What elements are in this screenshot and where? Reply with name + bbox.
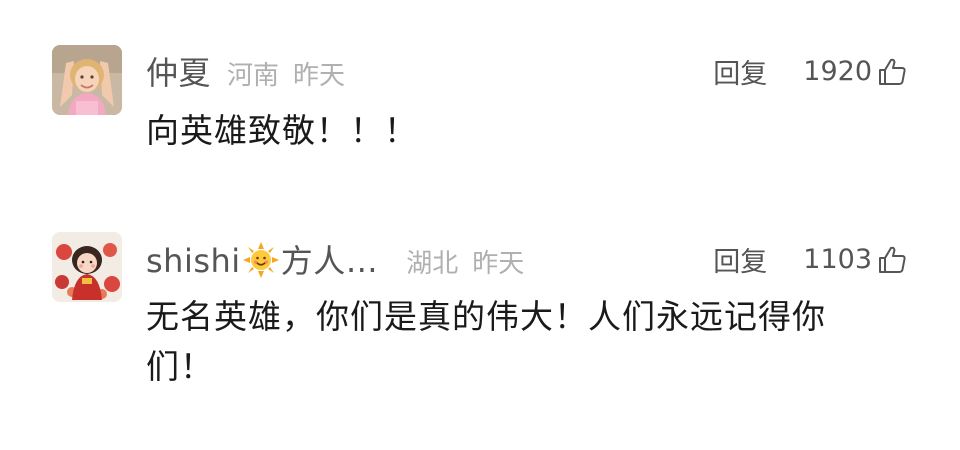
username-suffix: 方人…: [280, 242, 379, 280]
thumbs-up-outline-icon[interactable]: [876, 56, 908, 88]
sun-face-emoji-icon: [242, 242, 279, 278]
comment-meta: 仲夏 河南 昨天: [146, 48, 345, 94]
comment-meta: shishi 方人… 湖北 昨天: [146, 236, 524, 282]
illustrated-girl-avatar-icon[interactable]: [52, 232, 122, 302]
reply-button[interactable]: 回复: [713, 240, 767, 279]
like-count: 1920: [803, 56, 872, 87]
username-prefix: shishi: [146, 242, 241, 280]
comment-actions: 回复 1103: [713, 240, 908, 279]
comment-actions: 回复 1920: [713, 52, 908, 91]
reply-button[interactable]: 回复: [713, 52, 767, 91]
comment-item: shishi 方人… 湖北 昨天 回复 1103 无名英雄，你们是真的伟大！人们…: [0, 200, 960, 450]
like-count: 1103: [803, 244, 872, 275]
comment-text: 无名英雄，你们是真的伟大！人们永远记得你们！: [146, 297, 826, 386]
timestamp: 昨天: [293, 61, 346, 91]
location-label: 河南: [227, 61, 280, 91]
comment-text: 向英雄致敬！！！: [146, 111, 418, 150]
location-label: 湖北: [406, 249, 459, 279]
username[interactable]: shishi 方人…: [146, 236, 378, 282]
thumbs-up-outline-icon[interactable]: [876, 244, 908, 276]
timestamp: 昨天: [472, 249, 525, 279]
comment-list: 仲夏 河南 昨天 回复 1920 向英雄致敬！！！ shishi 方人… 湖北 …: [0, 0, 960, 450]
child-photo-avatar-icon[interactable]: [52, 45, 122, 115]
username[interactable]: 仲夏: [146, 48, 211, 94]
comment-item: 仲夏 河南 昨天 回复 1920 向英雄致敬！！！: [0, 0, 960, 200]
